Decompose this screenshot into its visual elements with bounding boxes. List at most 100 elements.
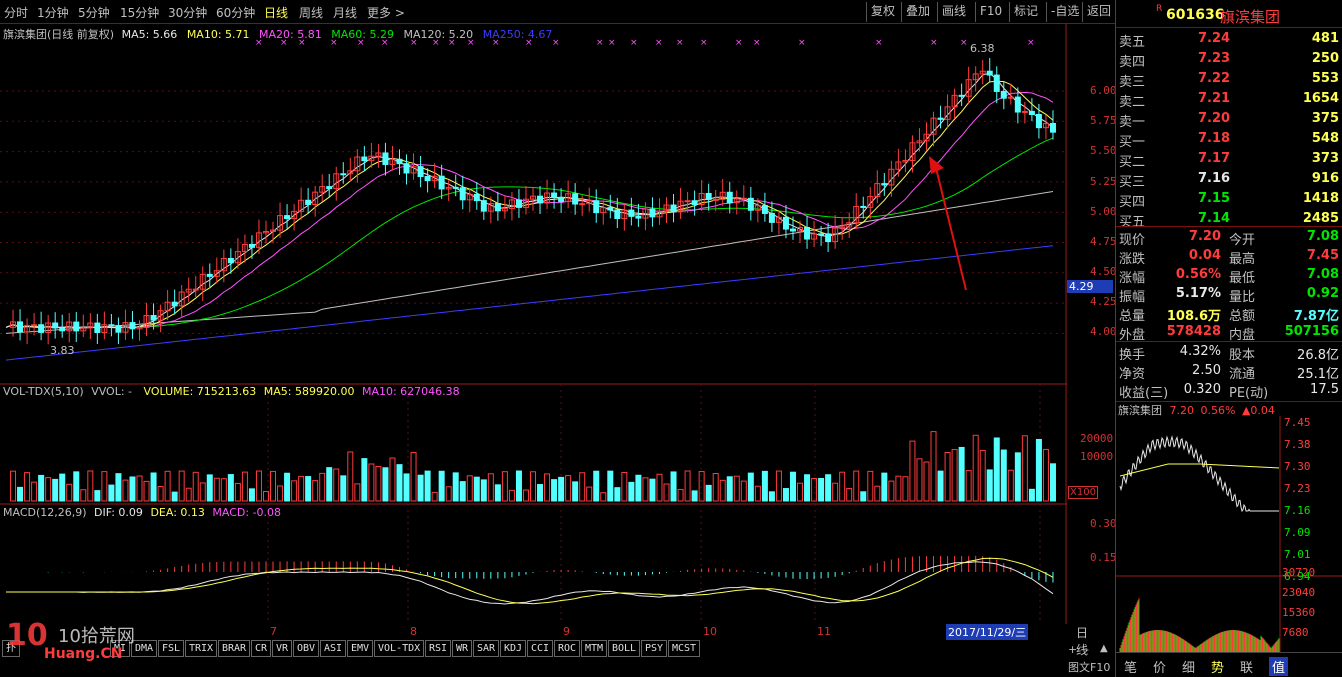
candle-body bbox=[115, 325, 122, 333]
candle-body bbox=[804, 226, 811, 240]
period-tab-monthly[interactable]: 月线 bbox=[333, 4, 357, 21]
mini-vol-tick: 7680 bbox=[1282, 626, 1309, 639]
indicator-tab-boll[interactable]: BOLL bbox=[608, 640, 641, 657]
indicator-tab-sar[interactable]: SAR bbox=[473, 640, 500, 657]
level-price: 7.17 bbox=[1198, 151, 1231, 166]
level-label: 买四 bbox=[1119, 195, 1146, 210]
high-price-label: 6.38 bbox=[970, 42, 995, 55]
sell-level-row[interactable]: 卖四 7.23 250 bbox=[1116, 50, 1342, 70]
volume-bar bbox=[1000, 449, 1007, 502]
volume-bar bbox=[199, 482, 206, 502]
dif-line bbox=[6, 561, 1054, 605]
period-tab-more[interactable]: 更多 > bbox=[367, 4, 405, 21]
panel-tab-0[interactable]: 笔 bbox=[1124, 657, 1137, 676]
fundamental-stat-row: 净资 2.50 流通 25.1亿 bbox=[1116, 362, 1342, 382]
chart-area[interactable]: 旗滨集团(日线 前复权) MA5: 5.66 MA10: 5.71 MA20: … bbox=[0, 24, 1117, 657]
sell-level-row[interactable]: 卖三 7.22 553 bbox=[1116, 70, 1342, 90]
candle-body bbox=[768, 212, 775, 223]
period-tab-1min[interactable]: 1分钟 bbox=[37, 4, 69, 21]
indicator-tab-cr[interactable]: CR bbox=[251, 640, 272, 657]
level-price: 7.18 bbox=[1198, 131, 1231, 146]
mark-button[interactable]: 标记 bbox=[1009, 2, 1042, 22]
volume-bar bbox=[1028, 488, 1035, 502]
sell-level-row[interactable]: 卖五 7.24 481 bbox=[1116, 30, 1342, 50]
indicator-tab-voltdx[interactable]: VOL-TDX bbox=[374, 640, 425, 657]
back-button[interactable]: 返回 bbox=[1082, 2, 1115, 22]
panel-tab-3[interactable]: 势 bbox=[1211, 657, 1224, 676]
period-tab-weekly[interactable]: 周线 bbox=[299, 4, 323, 21]
panel-tab-1[interactable]: 价 bbox=[1153, 657, 1166, 676]
buy-level-row[interactable]: 买一 7.18 548 bbox=[1116, 130, 1342, 150]
adjust-button[interactable]: 复权 bbox=[866, 2, 899, 22]
stat-label: 涨幅 bbox=[1119, 271, 1146, 286]
buy-level-row[interactable]: 买三 7.16 916 bbox=[1116, 170, 1342, 190]
period-tab-5min[interactable]: 5分钟 bbox=[78, 4, 110, 21]
indicator-tab-mtm[interactable]: MTM bbox=[581, 640, 608, 657]
period-tab-daily[interactable]: 日线 bbox=[264, 4, 288, 21]
minus-button[interactable]: - bbox=[1085, 643, 1089, 656]
period-toolbar: 分时 1分钟 5分钟 15分钟 30分钟 60分钟 日线 周线 月线 更多 > … bbox=[0, 0, 1115, 24]
f10-button[interactable]: F10 bbox=[975, 2, 1006, 22]
buy-level-row[interactable]: 买四 7.15 1418 bbox=[1116, 190, 1342, 210]
indicator-tab-trix[interactable]: TRIX bbox=[185, 640, 218, 657]
indicator-tab-fsl[interactable]: FSL bbox=[158, 640, 185, 657]
candle-body bbox=[537, 195, 544, 204]
intraday-mini-chart[interactable]: 7.457.387.307.237.167.097.016.9430720230… bbox=[1116, 416, 1342, 652]
candle-body bbox=[572, 193, 579, 205]
volume-bar bbox=[220, 478, 227, 502]
sell-level-row[interactable]: 卖一 7.20 375 bbox=[1116, 110, 1342, 130]
volume-bar bbox=[811, 477, 818, 502]
volume-bar bbox=[389, 457, 396, 502]
volume-bar bbox=[255, 470, 262, 502]
level-label: 买三 bbox=[1119, 175, 1146, 190]
panel-tab-5[interactable]: 值 bbox=[1269, 657, 1289, 676]
kline-chart[interactable]: × × × × × × × × × × × × × × × × × × × × × × × × × × bbox=[0, 24, 1067, 624]
draw-line-button[interactable]: 画线 bbox=[937, 2, 970, 22]
period-tab-60min[interactable]: 60分钟 bbox=[216, 4, 255, 21]
indicator-tab-psy[interactable]: PSY bbox=[641, 640, 668, 657]
volume-bar bbox=[115, 473, 122, 502]
period-tab-intraday[interactable]: 分时 bbox=[4, 4, 28, 21]
indicator-tab-obv[interactable]: OBV bbox=[293, 640, 320, 657]
volume-bar bbox=[565, 475, 572, 502]
volume-bar bbox=[171, 491, 178, 502]
stat-label: 今开 bbox=[1229, 233, 1256, 248]
volume-bar bbox=[614, 487, 621, 502]
candle-body bbox=[417, 166, 424, 178]
candle-body bbox=[59, 327, 66, 332]
panel-tab-4[interactable]: 联 bbox=[1240, 657, 1253, 676]
volume-bar bbox=[241, 471, 248, 502]
r-marker-icon: R bbox=[1156, 4, 1163, 14]
volume-bar bbox=[881, 472, 888, 502]
indicator-tab-mcst[interactable]: MCST bbox=[668, 640, 701, 657]
volume-bar bbox=[937, 470, 944, 502]
overlay-button[interactable]: 叠加 bbox=[901, 2, 934, 22]
plus-button[interactable]: + bbox=[1068, 643, 1077, 656]
period-tab-30min[interactable]: 30分钟 bbox=[168, 4, 207, 21]
graphic-f10-button[interactable]: 图文F10 bbox=[1068, 659, 1110, 675]
period-tab-15min[interactable]: 15分钟 bbox=[120, 4, 159, 21]
indicator-tab-asi[interactable]: ASI bbox=[320, 640, 347, 657]
buy-level-row[interactable]: 买二 7.17 373 bbox=[1116, 150, 1342, 170]
indicator-tab-wr[interactable]: WR bbox=[452, 640, 473, 657]
volume-bar bbox=[501, 471, 508, 502]
panel-tab-2[interactable]: 细 bbox=[1182, 657, 1195, 676]
quote-stat-row: 现价 7.20 今开 7.08 bbox=[1116, 228, 1342, 248]
candle-body bbox=[726, 191, 733, 204]
indicator-tab-vr[interactable]: VR bbox=[272, 640, 293, 657]
indicator-tab-roc[interactable]: ROC bbox=[554, 640, 581, 657]
indicator-tab-rsi[interactable]: RSI bbox=[425, 640, 452, 657]
candle-body bbox=[424, 176, 431, 182]
sell-level-row[interactable]: 卖二 7.21 1654 bbox=[1116, 90, 1342, 110]
watchlist-button[interactable]: -自选 bbox=[1046, 2, 1083, 22]
scroll-up-icon[interactable]: ▲ bbox=[1100, 643, 1108, 654]
level-price: 7.20 bbox=[1198, 111, 1231, 126]
indicator-tab-cci[interactable]: CCI bbox=[527, 640, 554, 657]
volume-bar bbox=[818, 477, 825, 502]
indicator-tab-brar[interactable]: BRAR bbox=[218, 640, 251, 657]
level-price: 7.21 bbox=[1198, 91, 1231, 106]
indicator-tab-kdj[interactable]: KDJ bbox=[500, 640, 527, 657]
indicator-tab-emv[interactable]: EMV bbox=[347, 640, 374, 657]
signal-marker: × bbox=[596, 38, 604, 48]
signal-marker: × bbox=[280, 38, 288, 48]
